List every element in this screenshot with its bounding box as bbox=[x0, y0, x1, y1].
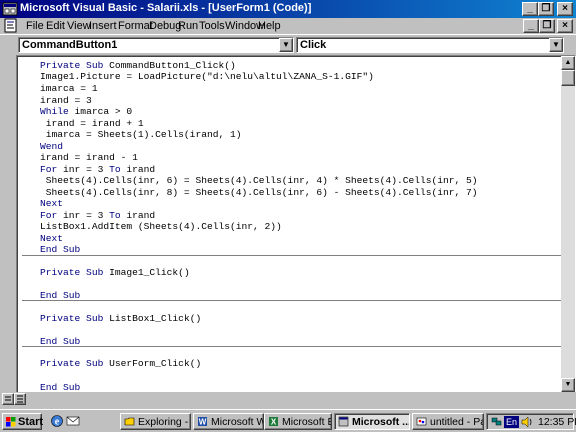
document-close-button[interactable]: × bbox=[557, 19, 573, 33]
taskbar: Start e Exploring - D... W Microsoft W..… bbox=[0, 409, 576, 432]
procedure-dropdown-value: Click bbox=[300, 39, 327, 51]
code-line[interactable]: While imarca > 0 bbox=[40, 106, 132, 117]
procedure-dropdown[interactable]: Click ▼ bbox=[296, 37, 564, 53]
task-label: untitled - Paint bbox=[430, 416, 483, 428]
network-icon[interactable] bbox=[491, 416, 502, 427]
menu-format[interactable]: Format bbox=[118, 20, 153, 32]
vba-icon bbox=[338, 416, 349, 427]
menu-tools[interactable]: Tools bbox=[199, 20, 225, 32]
clock[interactable]: 12:35 PM bbox=[538, 416, 576, 428]
code-line[interactable]: Private Sub ListBox1_Click() bbox=[40, 313, 201, 324]
code-line[interactable]: Wend bbox=[40, 141, 63, 152]
procedure-separator bbox=[22, 255, 563, 256]
full-module-view-icon bbox=[17, 395, 23, 403]
object-dropdown-value: CommandButton1 bbox=[22, 39, 118, 51]
code-line[interactable]: irand = 3 bbox=[40, 95, 92, 106]
menu-edit[interactable]: Edit bbox=[46, 20, 65, 32]
volume-icon[interactable] bbox=[521, 416, 534, 428]
code-line[interactable]: Private Sub UserForm_Click() bbox=[40, 358, 201, 369]
menu-bar: File Edit View Insert Format Debug Run T… bbox=[0, 18, 576, 34]
system-tray: En 12:35 PM bbox=[486, 413, 576, 430]
task-label: Microsoft ... bbox=[352, 416, 410, 428]
window-title: Microsoft Visual Basic - Salarii.xls - [… bbox=[20, 2, 312, 14]
start-label: Start bbox=[18, 416, 44, 428]
code-line[interactable]: irand = irand - 1 bbox=[40, 152, 138, 163]
outlook-express-icon[interactable] bbox=[66, 414, 80, 428]
code-line[interactable]: Private Sub CommandButton1_Click() bbox=[40, 60, 236, 71]
menu-debug[interactable]: Debug bbox=[149, 20, 181, 32]
menu-help[interactable]: Help bbox=[258, 20, 281, 32]
word-icon: W bbox=[198, 417, 207, 427]
procedure-view-button[interactable] bbox=[2, 393, 14, 405]
task-button-visual-basic[interactable]: Microsoft ... bbox=[334, 413, 410, 430]
code-line[interactable]: Next bbox=[40, 233, 63, 244]
procedure-separator bbox=[22, 346, 563, 347]
scroll-thumb[interactable] bbox=[561, 70, 575, 86]
windows-logo-icon bbox=[6, 417, 16, 427]
code-line[interactable]: irand = irand + 1 bbox=[40, 118, 144, 129]
code-window-icon[interactable] bbox=[3, 18, 18, 33]
task-label: Exploring - D... bbox=[138, 416, 190, 428]
language-indicator[interactable]: En bbox=[504, 416, 519, 428]
code-line[interactable]: For inr = 3 To irand bbox=[40, 210, 155, 221]
start-button[interactable]: Start bbox=[2, 413, 44, 430]
task-button-excel[interactable]: X Microsoft Ex... bbox=[264, 413, 332, 430]
menu-run[interactable]: Run bbox=[178, 20, 198, 32]
svg-text:W: W bbox=[199, 418, 207, 427]
code-line[interactable]: imarca = Sheets(1).Cells(irand, 1) bbox=[40, 129, 242, 140]
object-dropdown[interactable]: CommandButton1 ▼ bbox=[18, 37, 294, 53]
task-label: Microsoft Ex... bbox=[282, 416, 331, 428]
document-minimize-button[interactable]: _ bbox=[523, 19, 539, 33]
task-button-exploring[interactable]: Exploring - D... bbox=[120, 413, 191, 430]
restore-button[interactable]: ❐ bbox=[538, 2, 554, 16]
menu-view[interactable]: View bbox=[67, 20, 91, 32]
task-label: Microsoft W... bbox=[211, 416, 263, 428]
full-module-view-button[interactable] bbox=[14, 393, 26, 405]
task-button-paint[interactable]: untitled - Paint bbox=[412, 413, 484, 430]
code-editor[interactable]: Private Sub CommandButton1_Click() Image… bbox=[16, 55, 576, 406]
chevron-down-icon[interactable]: ▼ bbox=[279, 38, 293, 52]
visual-basic-icon bbox=[2, 2, 18, 16]
code-line[interactable]: imarca = 1 bbox=[40, 83, 98, 94]
internet-explorer-icon[interactable]: e bbox=[50, 414, 64, 428]
margin-indicator-bar[interactable] bbox=[0, 55, 16, 405]
procedure-separator bbox=[22, 300, 563, 301]
task-button-word[interactable]: W Microsoft W... bbox=[193, 413, 264, 430]
close-button[interactable]: × bbox=[557, 2, 573, 16]
code-line[interactable]: Private Sub Image1_Click() bbox=[40, 267, 190, 278]
horizontal-scrollbar-row bbox=[0, 392, 576, 406]
minimize-button[interactable]: _ bbox=[522, 2, 538, 16]
menu-insert[interactable]: Insert bbox=[89, 20, 117, 32]
title-bar[interactable]: Microsoft Visual Basic - Salarii.xls - [… bbox=[0, 0, 576, 18]
vertical-scrollbar[interactable]: ▲ ▼ bbox=[561, 56, 575, 406]
document-restore-button[interactable]: ❐ bbox=[539, 19, 555, 33]
excel-icon: X bbox=[269, 417, 278, 427]
code-line[interactable]: Sheets(4).Cells(inr, 8) = Sheets(4).Cell… bbox=[40, 187, 478, 198]
code-line[interactable]: ListBox1.AddItem (Sheets(4).Cells(inr, 2… bbox=[40, 221, 282, 232]
code-line[interactable]: Image1.Picture = LoadPicture("d:\nelu\al… bbox=[40, 71, 374, 82]
svg-text:X: X bbox=[271, 418, 277, 427]
scroll-up-icon[interactable]: ▲ bbox=[561, 56, 575, 70]
svg-text:e: e bbox=[55, 417, 60, 428]
code-line[interactable]: End Sub bbox=[40, 244, 80, 255]
scroll-down-icon[interactable]: ▼ bbox=[561, 378, 575, 392]
chevron-down-icon[interactable]: ▼ bbox=[549, 38, 563, 52]
code-text-area[interactable]: Private Sub CommandButton1_Click() Image… bbox=[18, 57, 563, 405]
paint-icon bbox=[416, 417, 427, 426]
code-window-toolbar: CommandButton1 ▼ Click ▼ bbox=[0, 34, 576, 54]
folder-icon bbox=[124, 417, 135, 426]
procedure-view-icon bbox=[5, 396, 11, 401]
code-line[interactable]: Sheets(4).Cells(inr, 6) = Sheets(4).Cell… bbox=[40, 175, 478, 186]
code-line[interactable]: Next bbox=[40, 198, 63, 209]
code-line[interactable]: For inr = 3 To irand bbox=[40, 164, 155, 175]
menu-file[interactable]: File bbox=[26, 20, 44, 32]
